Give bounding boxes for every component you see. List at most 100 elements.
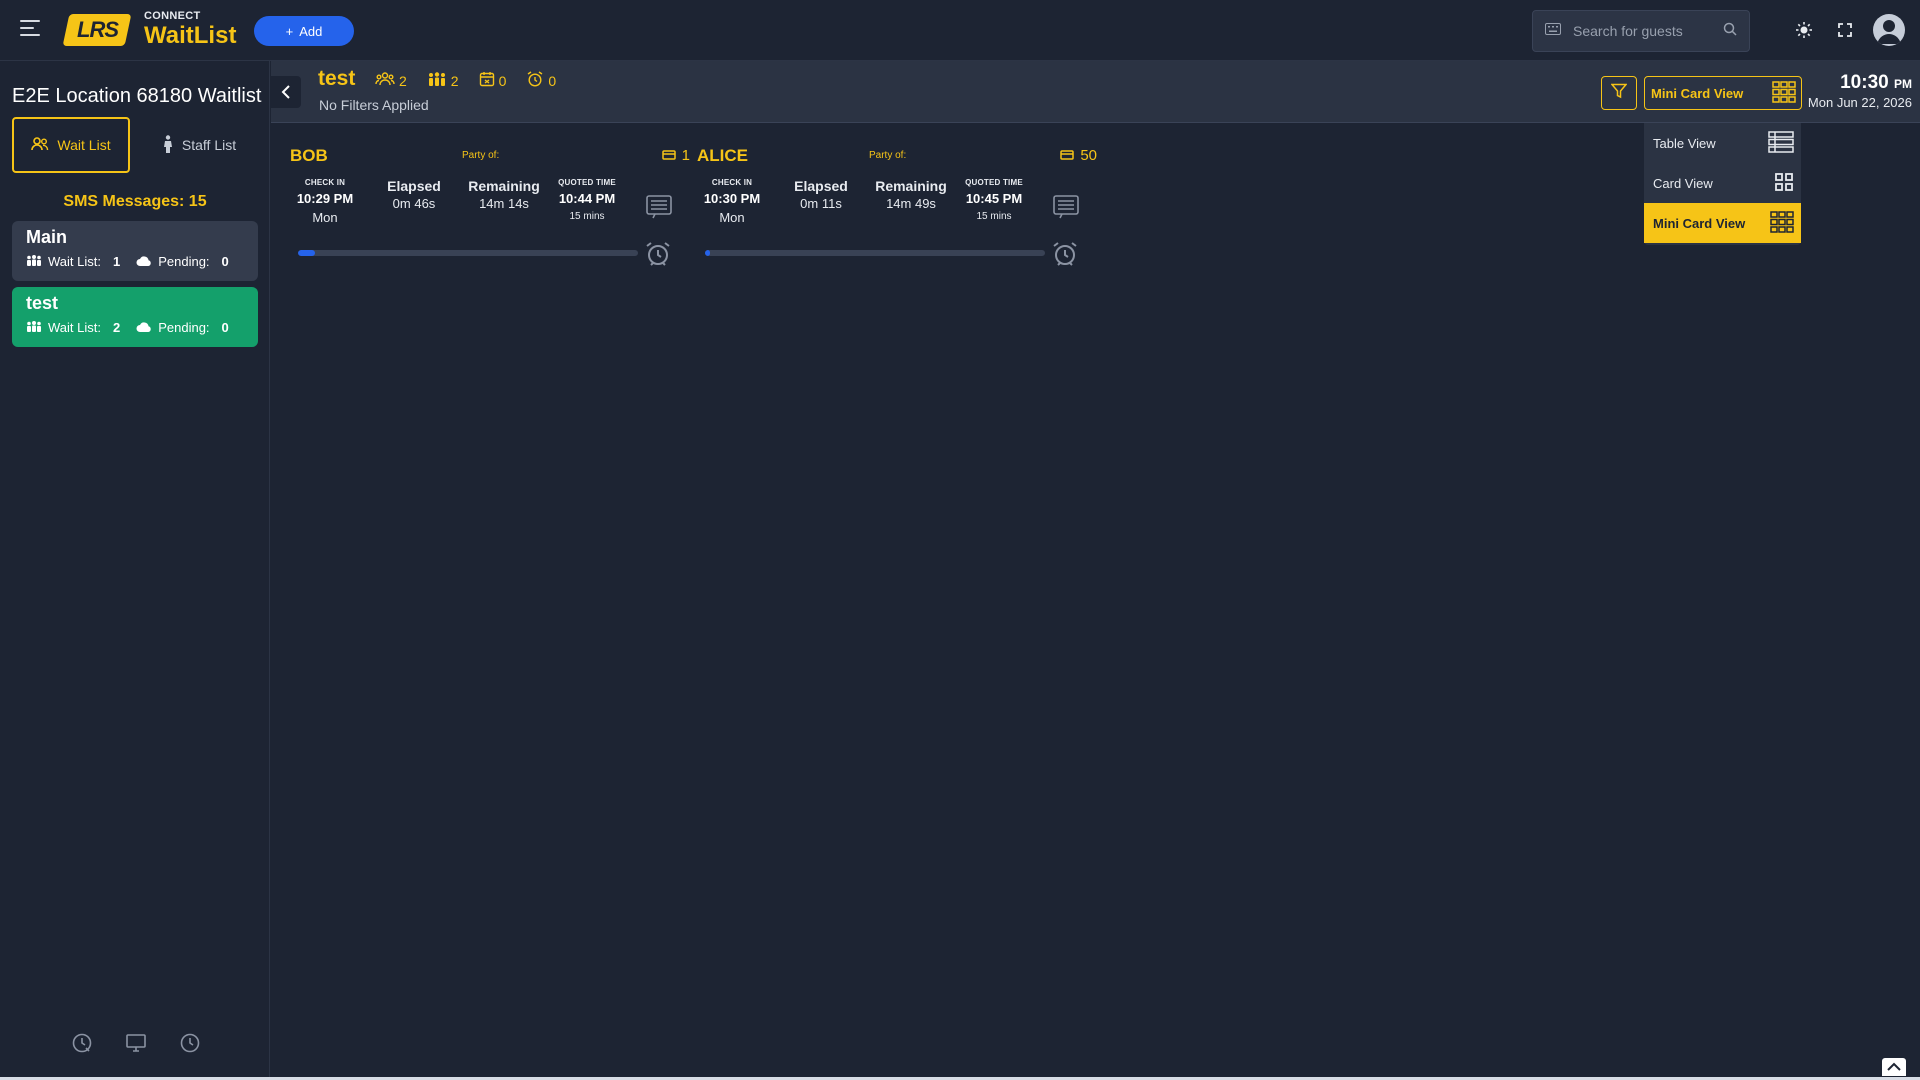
tab-wait-list-label: Wait List [57, 137, 111, 153]
time-value: 10:30 [1840, 72, 1889, 93]
chevron-up-icon [1887, 1058, 1901, 1076]
elapsed-label: Elapsed [387, 178, 441, 194]
clock-icon[interactable] [178, 1031, 202, 1055]
monitor-icon[interactable] [124, 1031, 148, 1055]
elapsed-column: Elapsed 0m 46s [382, 178, 446, 211]
keyboard-icon[interactable] [1545, 22, 1561, 40]
add-button-label: Add [299, 23, 323, 39]
party-icon [375, 72, 395, 89]
pending-count: 0 [221, 320, 229, 335]
cloud-icon [136, 254, 152, 269]
elapsed-value: 0m 46s [392, 196, 436, 211]
calendar-icon [479, 71, 495, 90]
product-logo: CONNECT WaitList [144, 11, 236, 48]
sms-messages-count: SMS Messages: 15 [63, 193, 207, 210]
view-option-label: Mini Card View [1653, 215, 1746, 231]
collapse-sidebar-button[interactable] [271, 76, 301, 108]
history-icon[interactable] [70, 1031, 94, 1055]
wait-progress-fill [705, 250, 711, 256]
search-input[interactable] [1573, 23, 1711, 39]
remaining-value: 14m 49s [886, 196, 936, 211]
checkin-day: Mon [719, 210, 745, 225]
user-avatar[interactable] [1873, 14, 1905, 46]
elapsed-label: Elapsed [794, 178, 848, 194]
tab-wait-list[interactable]: Wait List [12, 117, 130, 173]
view-option-table[interactable]: Table View [1644, 123, 1801, 163]
alarm-clock-icon[interactable] [644, 240, 672, 268]
view-selector-label: Mini Card View [1651, 85, 1744, 101]
waitlist-meta: Wait List: 2 Pending: 0 [26, 320, 244, 335]
group-icon [26, 254, 42, 269]
table-assignment[interactable]: 50 [1060, 147, 1097, 164]
checkin-time: 10:29 PM [296, 191, 354, 206]
card-view-icon [1774, 172, 1794, 195]
checkin-day: Mon [312, 210, 338, 225]
tab-staff-list-label: Staff List [181, 137, 237, 153]
pending-label: Pending: [158, 320, 210, 335]
view-option-mini-card[interactable]: Mini Card View [1644, 203, 1801, 243]
quoted-mins: 15 mins [976, 211, 1012, 222]
remaining-column: Remaining 14m 49s [873, 178, 949, 211]
remaining-label: Remaining [468, 178, 540, 194]
view-menu: Table View Card View Mini Card View [1644, 123, 1801, 245]
waitlist-name: Main [26, 227, 68, 247]
waitlist-count: 2 [112, 320, 121, 335]
waitlist-card-test[interactable]: test Wait List: 2 Pending: 0 [12, 287, 258, 347]
quoted-time: 10:45 PM [965, 191, 1023, 206]
waitlist-label: Wait List: [48, 320, 101, 335]
elapsed-value: 0m 11s [800, 196, 842, 211]
menu-icon[interactable] [20, 20, 40, 36]
alarm-clock-icon[interactable] [1051, 240, 1079, 268]
table-view-icon [1768, 130, 1794, 156]
current-time: 10:30 PM Mon Jun 22, 2026 [1808, 72, 1912, 110]
guest-name[interactable]: ALICE [697, 146, 748, 166]
table-assignment[interactable]: 1 [661, 147, 690, 164]
filter-button[interactable] [1601, 76, 1637, 110]
parties-stat: 2 [375, 71, 407, 90]
tab-staff-list[interactable]: Staff List [140, 117, 258, 173]
guest-mini-card[interactable]: ALICE Party of: 50 CHECK IN 10:30 PM Mon… [697, 140, 1097, 270]
guest-mini-card[interactable]: BOB Party of: 1 CHECK IN 10:29 PM Mon El… [290, 140, 690, 270]
location-title: E2E Location 68180 Waitlist [12, 85, 262, 107]
pending-count: 0 [221, 254, 229, 269]
reservations-count: 0 [498, 72, 507, 89]
product-name: WaitList [144, 22, 237, 49]
quoted-time-column: QUOTED TIME 10:45 PM 15 mins [961, 178, 1027, 222]
theme-toggle-icon[interactable] [1792, 18, 1816, 42]
list-tabs: Wait List Staff List [12, 117, 258, 173]
quoted-time: 10:44 PM [558, 191, 616, 206]
quoted-time-label: QUOTED TIME [558, 178, 616, 187]
view-option-label: Card View [1653, 175, 1713, 191]
message-icon[interactable] [1053, 195, 1079, 219]
waitlist-meta: Wait List: 1 Pending: 0 [26, 254, 244, 269]
filters-status: No Filters Applied [319, 97, 429, 113]
filter-icon [1610, 83, 1628, 104]
current-list-name: test [318, 67, 356, 90]
waitlist-label: Wait List: [48, 254, 101, 269]
quoted-mins: 15 mins [569, 211, 605, 222]
view-option-card[interactable]: Card View [1644, 163, 1801, 203]
message-icon[interactable] [646, 195, 672, 219]
checkin-time: 10:30 PM [703, 191, 761, 206]
mini-card-view-icon [1772, 80, 1796, 106]
wait-progress-fill [298, 250, 315, 256]
remaining-column: Remaining 14m 14s [466, 178, 542, 211]
person-icon [162, 134, 174, 156]
waitlist-card-main[interactable]: Main Wait List: 1 Pending: 0 [12, 221, 258, 281]
top-bar: LRS CONNECT WaitList + Add [0, 0, 1920, 61]
search-box [1532, 10, 1750, 52]
sidebar: E2E Location 68180 Waitlist Wait List St… [0, 61, 270, 1080]
waitlist-name: test [26, 293, 59, 313]
mini-card-view-icon [1770, 210, 1794, 236]
reservations-stat: 0 [479, 71, 507, 90]
guest-name[interactable]: BOB [290, 146, 328, 166]
lrs-logo: LRS [62, 14, 132, 46]
people-icon [31, 136, 49, 154]
elapsed-column: Elapsed 0m 11s [789, 178, 853, 211]
wait-progress-bar [705, 250, 1045, 256]
scroll-to-top-button[interactable] [1882, 1058, 1906, 1076]
view-selector[interactable]: Mini Card View [1644, 76, 1802, 110]
add-button[interactable]: + Add [254, 16, 354, 46]
search-icon[interactable] [1723, 22, 1737, 41]
fullscreen-icon[interactable] [1833, 18, 1857, 42]
